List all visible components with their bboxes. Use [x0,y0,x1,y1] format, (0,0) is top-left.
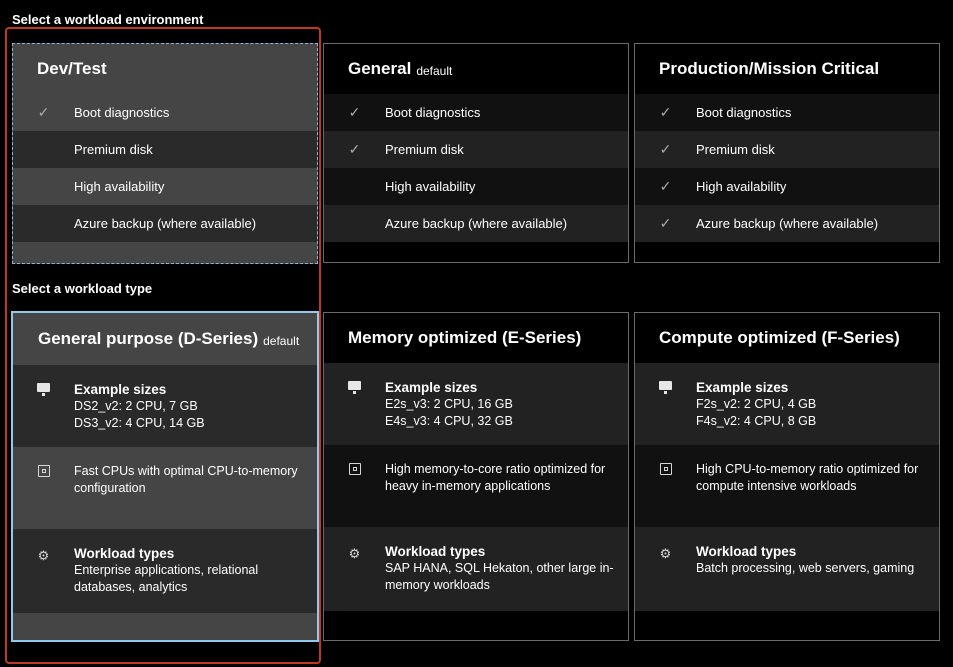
feature-row: Azure backup (where available) [324,205,628,242]
cpu-row: Fast CPUs with optimal CPU-to-memory con… [13,447,317,529]
cpu-chip-icon [348,463,361,475]
types-row: ⚙ Workload types Enterprise applications,… [13,529,317,613]
monitor-icon [348,381,361,394]
gear-icon: ⚙ [348,546,361,561]
monitor-icon [37,383,50,396]
checkmark-icon: ✓ [348,104,361,120]
feature-row: ✓ Premium disk [324,131,628,168]
types-row: ⚙ Workload types Batch processing, web se… [635,527,939,611]
env-card-general[interactable]: General default ✓ Boot diagnostics ✓ Premiu… [323,43,629,263]
feature-row: High availability [13,168,317,205]
card-title: Compute optimized (F-Series) [659,328,900,347]
gear-icon: ⚙ [37,548,50,563]
checkmark-icon: ✓ [659,104,672,120]
workload-type-heading: Select a workload type [12,281,153,296]
type-card-general-purpose[interactable]: General purpose (D-Series) default Exampl… [11,311,319,642]
feature-row: Azure backup (where available) [13,205,317,242]
feature-row: ✓ Azure backup (where available) [635,205,939,242]
card-title: General purpose (D-Series) default [38,329,300,348]
type-card-memory-optimized[interactable]: Memory optimized (E-Series) Example size… [323,312,629,641]
sizes-row: Example sizes E2s_v3: 2 CPU, 16 GB E4s_v3:… [324,363,628,445]
card-title: Dev/Test [37,59,107,78]
types-row: ⚙ Workload types SAP HANA, SQL Hekaton, o… [324,527,628,611]
cpu-chip-icon [659,463,672,475]
feature-row: ✓ Boot diagnostics [324,94,628,131]
checkmark-icon: ✓ [659,141,672,157]
gear-icon: ⚙ [659,546,672,561]
env-card-production[interactable]: Production/Mission Critical ✓ Boot diagno… [634,43,940,263]
feature-row: ✓ Boot diagnostics [13,94,317,131]
cpu-row: High memory-to-core ratio optimized for … [324,445,628,527]
sizes-row: Example sizes F2s_v2: 2 CPU, 4 GB F4s_v2: … [635,363,939,445]
feature-row: High availability [324,168,628,205]
environment-heading: Select a workload environment [12,12,204,27]
type-card-compute-optimized[interactable]: Compute optimized (F-Series) Example siz… [634,312,940,641]
sizes-row: Example sizes DS2_v2: 2 CPU, 7 GB DS3_v2: … [13,365,317,447]
checkmark-icon: ✓ [37,104,50,120]
cpu-row: High CPU-to-memory ratio optimized for c… [635,445,939,527]
checkmark-icon: ✓ [659,178,672,194]
feature-row: Premium disk [13,131,317,168]
feature-row: ✓ High availability [635,168,939,205]
cpu-chip-icon [37,465,50,477]
checkmark-icon: ✓ [348,141,361,157]
monitor-icon [659,381,672,394]
env-card-dev-test[interactable]: Dev/Test ✓ Boot diagnostics Premium disk … [12,43,318,264]
card-title: Production/Mission Critical [659,59,880,78]
feature-row: ✓ Boot diagnostics [635,94,939,131]
card-title: General default [348,59,453,78]
card-title: Memory optimized (E-Series) [348,328,582,347]
checkmark-icon: ✓ [659,215,672,231]
feature-row: ✓ Premium disk [635,131,939,168]
